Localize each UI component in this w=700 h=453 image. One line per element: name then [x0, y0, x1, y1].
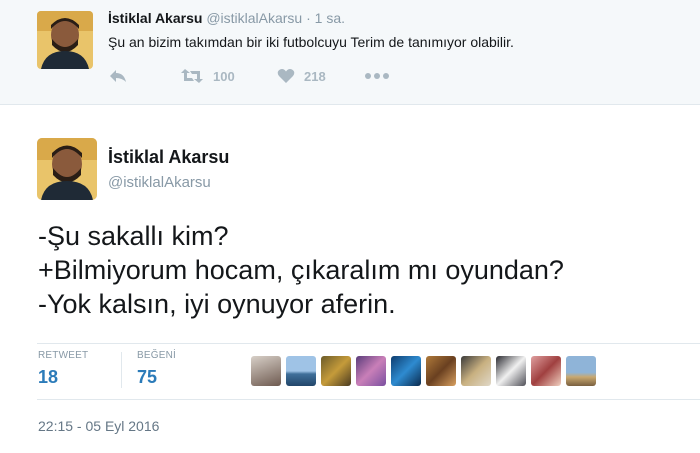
likers-avatars [251, 356, 601, 386]
retweet-stat[interactable]: RETWEET 18 [38, 350, 88, 388]
main-author-avatar[interactable] [37, 138, 97, 200]
author-name[interactable]: İstiklal Akarsu [108, 10, 202, 26]
liker-avatar[interactable] [251, 356, 281, 386]
tweet-line: +Bilmiyorum hocam, çıkaralım mı oyundan? [38, 255, 564, 285]
retweet-count: 100 [213, 68, 235, 84]
stat-separator [121, 352, 122, 388]
tweet-line: -Şu sakallı kim? [38, 221, 229, 251]
tweet-header: İstiklal Akarsu @istiklalAkarsu · 1 sa. [108, 10, 345, 26]
more-button[interactable] [365, 66, 389, 86]
like-count: 218 [304, 68, 326, 84]
liker-avatar[interactable] [321, 356, 351, 386]
author-handle[interactable]: @istiklalAkarsu [206, 10, 302, 26]
like-button[interactable]: 218 [277, 66, 365, 86]
retweet-button[interactable]: 100 [180, 66, 277, 86]
separator: · [306, 10, 311, 26]
liker-avatar[interactable] [426, 356, 456, 386]
liker-avatar[interactable] [496, 356, 526, 386]
like-stat-count: 75 [137, 367, 158, 387]
more-icon [365, 73, 389, 79]
author-avatar[interactable] [37, 11, 93, 69]
like-stat-label: BEĞENİ [137, 350, 176, 361]
main-tweet-text: -Şu sakallı kim? +Bilmiyorum hocam, çıka… [38, 219, 564, 321]
liker-avatar[interactable] [356, 356, 386, 386]
context-tweet[interactable]: İstiklal Akarsu @istiklalAkarsu · 1 sa. … [0, 0, 700, 105]
like-stat[interactable]: BEĞENİ 75 [137, 350, 176, 388]
retweet-stat-count: 18 [38, 367, 59, 387]
tweet-line: -Yok kalsın, iyi oynuyor aferin. [38, 289, 396, 319]
stats-bottom-divider [37, 399, 700, 400]
reply-button[interactable] [108, 66, 180, 86]
avatar-image [37, 11, 93, 69]
liker-avatar[interactable] [461, 356, 491, 386]
tweet-text: Şu an bizim takımdan bir iki futbolcuyu … [108, 34, 514, 50]
tweet-time[interactable]: 1 sa. [315, 10, 345, 26]
avatar-image [37, 138, 97, 200]
liker-avatar[interactable] [286, 356, 316, 386]
main-author-name[interactable]: İstiklal Akarsu [108, 147, 229, 168]
reply-icon [110, 70, 126, 82]
liker-avatar[interactable] [531, 356, 561, 386]
liker-avatar[interactable] [391, 356, 421, 386]
tweet-timestamp[interactable]: 22:15 - 05 Eyl 2016 [38, 418, 159, 434]
heart-icon [277, 69, 295, 83]
main-author-handle[interactable]: @istiklalAkarsu [108, 174, 211, 191]
tweet-actions: 100 218 [108, 66, 389, 86]
liker-avatar[interactable] [566, 356, 596, 386]
stats-top-divider [37, 343, 700, 344]
retweet-icon [181, 69, 203, 83]
retweet-stat-label: RETWEET [38, 350, 89, 361]
